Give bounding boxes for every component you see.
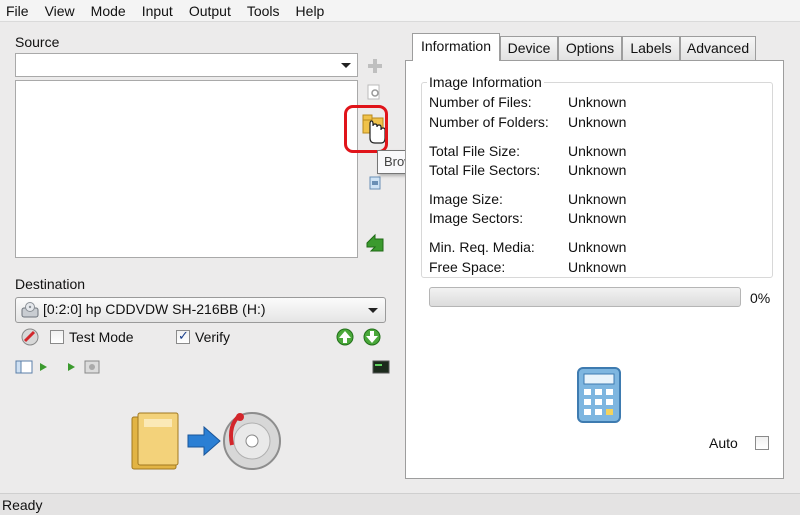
verify-label: Verify <box>195 329 231 345</box>
status-bar: Ready <box>0 493 800 515</box>
move-down-icon[interactable] <box>363 328 381 346</box>
source-label: Source <box>15 34 60 50</box>
go-back-icon[interactable] <box>365 233 385 253</box>
info-value: Unknown <box>568 191 627 207</box>
info-value: Unknown <box>568 259 627 275</box>
info-value: Unknown <box>568 210 627 226</box>
auto-label: Auto <box>709 435 738 451</box>
info-value: Unknown <box>568 114 627 130</box>
write-button[interactable] <box>128 405 288 475</box>
source-file-list[interactable] <box>15 80 358 258</box>
info-label: Number of Folders: <box>429 114 549 130</box>
menu-output[interactable]: Output <box>181 0 239 22</box>
menu-mode[interactable]: Mode <box>83 0 134 22</box>
info-label: Total File Sectors: <box>429 162 541 178</box>
queue-icon[interactable] <box>83 359 101 375</box>
status-text: Ready <box>2 497 43 513</box>
info-label: Free Space: <box>429 259 506 275</box>
menu-view[interactable]: View <box>37 0 83 22</box>
info-label: Image Sectors: <box>429 210 524 226</box>
chevron-down-icon[interactable] <box>341 63 351 68</box>
search-file-icon[interactable] <box>367 84 383 102</box>
highlight-annotation <box>344 105 388 153</box>
info-value: Unknown <box>568 94 627 110</box>
image-information-title: Image Information <box>427 74 544 90</box>
test-mode-label: Test Mode <box>69 329 134 345</box>
info-label: Number of Files: <box>429 94 532 110</box>
tab-labels[interactable]: Labels <box>622 36 680 60</box>
tab-advanced[interactable]: Advanced <box>680 36 756 60</box>
remove-icon[interactable] <box>368 175 382 191</box>
info-label: Image Size: <box>429 191 503 207</box>
chevron-down-icon[interactable] <box>368 308 378 313</box>
auto-checkbox[interactable] <box>755 436 769 450</box>
add-icon[interactable] <box>366 57 384 75</box>
info-label: Total File Size: <box>429 143 521 159</box>
destination-label: Destination <box>15 276 86 292</box>
menu-bar: File View Mode Input Output Tools Help <box>0 0 800 22</box>
erase-disc-icon[interactable] <box>21 328 39 346</box>
info-value: Unknown <box>568 239 627 255</box>
menu-input[interactable]: Input <box>134 0 181 22</box>
source-combo[interactable] <box>15 53 358 77</box>
calculator-icon[interactable] <box>576 366 622 424</box>
progress-percent: 0% <box>750 290 771 306</box>
menu-file[interactable]: File <box>0 0 37 22</box>
tab-device[interactable]: Device <box>500 36 558 60</box>
play-icon[interactable] <box>66 362 76 372</box>
info-value: Unknown <box>568 143 627 159</box>
play-icon[interactable] <box>38 362 48 372</box>
info-value: Unknown <box>568 162 627 178</box>
info-label: Min. Req. Media: <box>429 239 535 255</box>
menu-tools[interactable]: Tools <box>239 0 288 22</box>
move-up-icon[interactable] <box>336 328 354 346</box>
destination-drive-value: [0:2:0] hp CDDVDW SH-216BB (H:) <box>43 301 266 317</box>
tab-information[interactable]: Information <box>412 33 500 61</box>
progress-bar <box>429 287 741 307</box>
test-mode-checkbox[interactable] <box>50 330 64 344</box>
menu-help[interactable]: Help <box>288 0 333 22</box>
tab-options[interactable]: Options <box>558 36 622 60</box>
console-icon[interactable] <box>372 360 390 374</box>
drive-icon <box>21 302 39 318</box>
destination-drive-select[interactable]: [0:2:0] hp CDDVDW SH-216BB (H:) <box>15 297 386 323</box>
log-window-icon[interactable] <box>15 360 33 374</box>
verify-checkbox[interactable] <box>176 328 190 344</box>
